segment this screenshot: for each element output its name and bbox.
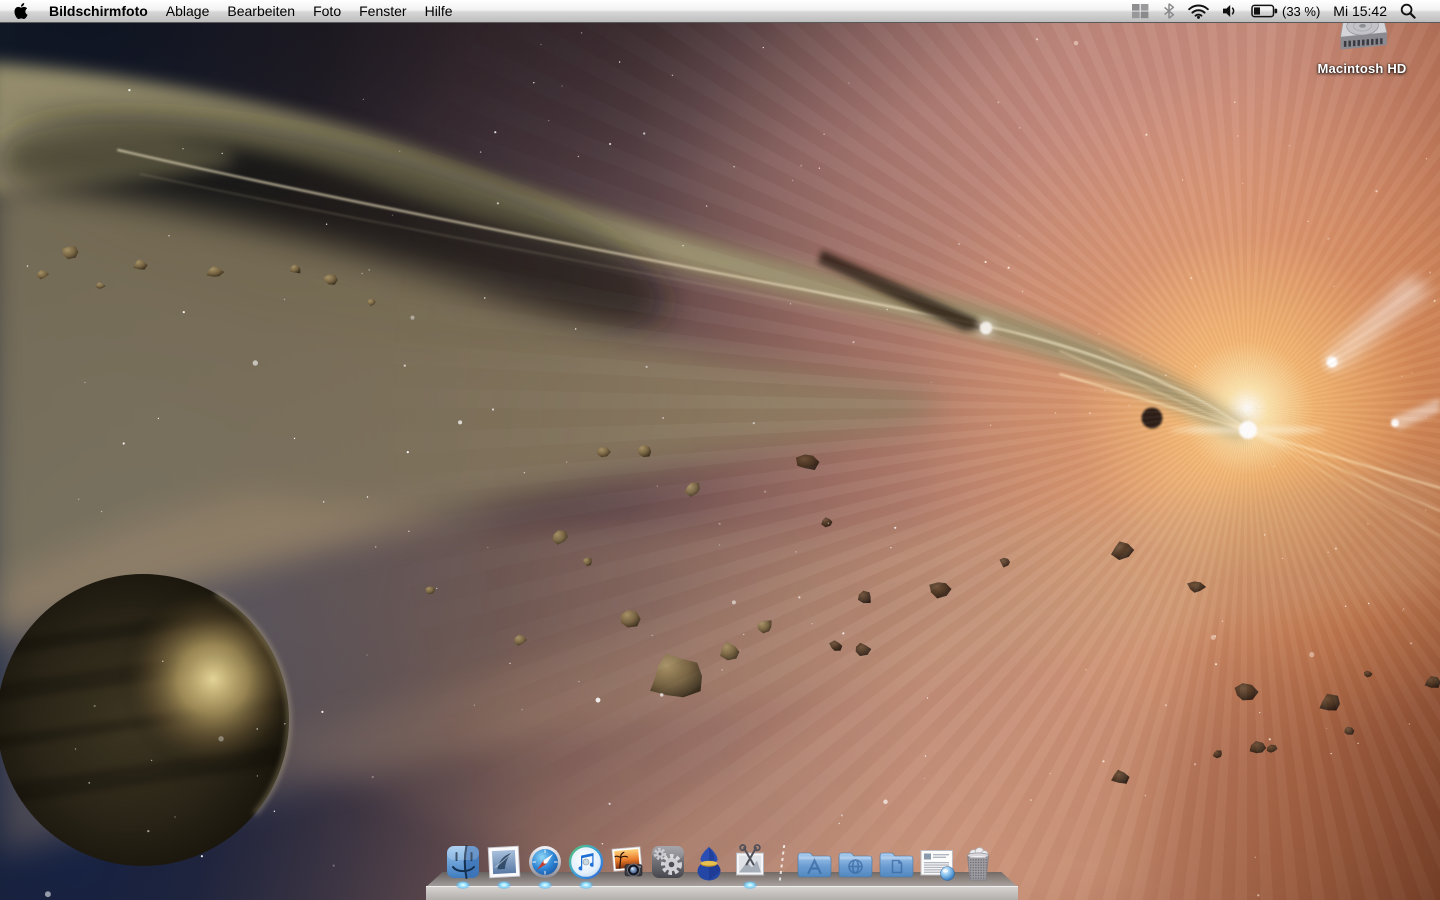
dock-item-system-preferences[interactable] [649, 843, 687, 881]
running-indicator [456, 881, 470, 889]
menu-clock[interactable]: Mi 15:42 [1333, 3, 1387, 19]
itunes-icon [567, 843, 605, 881]
dock-item-applications-folder[interactable] [795, 843, 833, 881]
grab-icon [731, 843, 769, 881]
wifi-icon [1188, 4, 1209, 19]
screen: Bildschirmfoto Ablage Bearbeiten Foto Fe… [0, 0, 1440, 900]
menu-extra-spotlight[interactable] [1400, 3, 1416, 19]
apple-menu[interactable] [0, 0, 40, 22]
wizard-app-icon [690, 843, 728, 881]
menu-app-name[interactable]: Bildschirmfoto [40, 0, 157, 22]
dock-item-finder[interactable] [444, 843, 482, 881]
dock-item-wizard-app[interactable] [690, 843, 728, 881]
menu-extra-wifi[interactable] [1188, 4, 1209, 19]
moonlet [980, 322, 993, 335]
spotlight-icon [1400, 3, 1416, 19]
menu-extra-volume[interactable] [1222, 4, 1238, 18]
system-preferences-icon [649, 843, 687, 881]
running-indicator [538, 881, 552, 889]
battery-percentage: (33 %) [1282, 4, 1320, 19]
desktop-wallpaper[interactable] [0, 22, 1440, 900]
dock-item-document-stack[interactable] [918, 843, 956, 881]
dock [426, 836, 1018, 900]
app-grid-icon [1131, 3, 1150, 19]
running-indicator [579, 881, 593, 889]
dock-item-globe-folder[interactable] [836, 843, 874, 881]
dock-item-safari[interactable] [526, 843, 564, 881]
dock-item-grab[interactable] [731, 843, 769, 881]
running-indicator [497, 881, 511, 889]
menu-bearbeiten[interactable]: Bearbeiten [218, 0, 304, 22]
apple-logo-icon [14, 3, 28, 19]
battery-icon [1251, 4, 1278, 18]
star [1170, 411, 1326, 449]
volume-icon [1222, 4, 1238, 18]
menu-extra-battery[interactable]: (33 %) [1251, 4, 1320, 19]
comets [1322, 276, 1440, 430]
menu-extra-app-grid[interactable] [1131, 3, 1150, 19]
dock-separator [776, 845, 788, 881]
menu-foto[interactable]: Foto [304, 0, 350, 22]
trash-full-icon [959, 843, 997, 881]
dock-item-trash[interactable] [959, 843, 997, 881]
applications-folder-icon [795, 843, 833, 881]
menu-extra-bluetooth[interactable] [1163, 3, 1175, 19]
dock-item-documents-folder[interactable] [877, 843, 915, 881]
desktop-icon-label[interactable]: Macintosh HD [1292, 61, 1432, 76]
transiting-planet [1142, 408, 1163, 429]
dock-item-itunes[interactable] [567, 843, 605, 881]
menu-ablage[interactable]: Ablage [157, 0, 219, 22]
globe-folder-icon [836, 843, 874, 881]
safari-icon [526, 843, 564, 881]
documents-folder-icon [877, 843, 915, 881]
menu-bar: Bildschirmfoto Ablage Bearbeiten Foto Fe… [0, 0, 1440, 23]
menu-hilfe[interactable]: Hilfe [416, 0, 462, 22]
dock-item-mail[interactable] [485, 843, 523, 881]
space-artwork [0, 22, 1440, 900]
dock-item-iphoto[interactable] [608, 843, 646, 881]
mail-icon [485, 843, 523, 881]
menu-fenster[interactable]: Fenster [350, 0, 415, 22]
dock-shelf-front [426, 886, 1018, 900]
bluetooth-icon [1163, 3, 1175, 19]
document-stack-icon [918, 843, 956, 881]
running-indicator [743, 881, 757, 889]
finder-icon [444, 843, 482, 881]
iphoto-icon [608, 843, 646, 881]
blue-orb-icon [941, 867, 955, 881]
